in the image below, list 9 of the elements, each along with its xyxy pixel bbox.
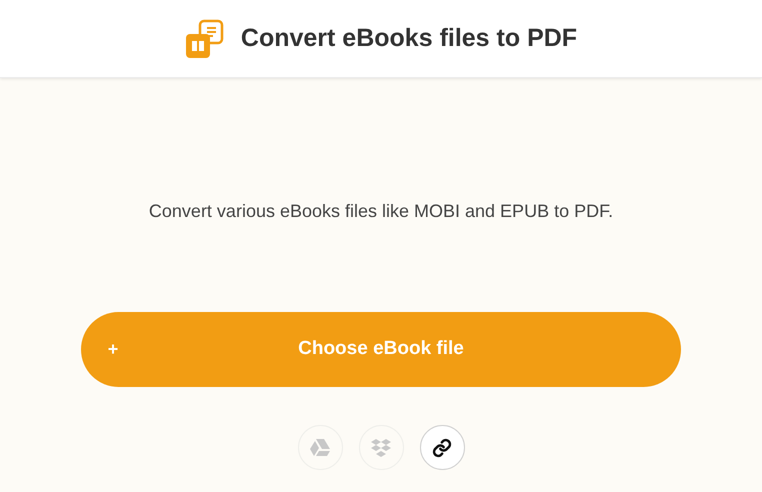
link-icon	[432, 438, 452, 458]
page-title: Convert eBooks files to PDF	[240, 22, 578, 54]
plus-icon: +	[105, 336, 121, 363]
book-document-icon	[184, 18, 225, 58]
boxes-icon	[371, 438, 391, 456]
triangle-icon	[310, 438, 330, 456]
choose-file-button[interactable]: + Choose eBook file	[81, 312, 681, 387]
description-text: Convert various eBooks files like MOBI and EPUB to PDF.	[148, 200, 614, 223]
link-button[interactable]	[420, 425, 464, 470]
